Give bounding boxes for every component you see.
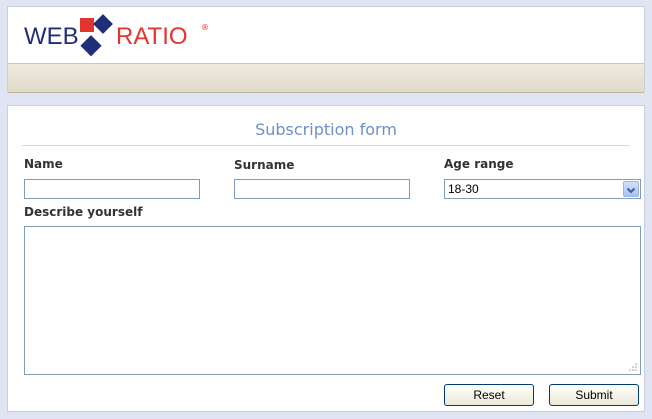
reset-button[interactable]: Reset xyxy=(444,384,534,406)
logo-ratio-text: RATIO xyxy=(116,23,188,50)
resize-grip-icon[interactable] xyxy=(628,362,638,372)
form-title: Subscription form xyxy=(255,120,397,139)
logo-diamond-top xyxy=(93,14,113,34)
logo-web-text: WEB xyxy=(24,23,79,50)
logo-registered-mark: ® xyxy=(201,23,209,32)
name-label: Name xyxy=(24,157,63,171)
toolbar-band xyxy=(8,63,644,93)
describe-yourself-textarea[interactable] xyxy=(24,226,641,375)
logo-diamond-bottom xyxy=(80,35,102,57)
subscription-form-panel: Subscription form Name Surname Age range… xyxy=(7,105,645,412)
name-input[interactable] xyxy=(24,179,200,199)
age-range-select[interactable]: 18-30 xyxy=(444,179,641,199)
header: WEB RATIO ® xyxy=(7,6,645,93)
webratio-logo: WEB RATIO ® xyxy=(24,14,209,57)
surname-input[interactable] xyxy=(234,179,410,199)
submit-button[interactable]: Submit xyxy=(549,384,639,406)
title-divider xyxy=(22,145,630,146)
chevron-down-icon[interactable] xyxy=(623,181,639,197)
surname-label: Surname xyxy=(234,158,295,172)
age-range-selected-value: 18-30 xyxy=(448,182,479,196)
page-background: WEB RATIO ® Subscription form Name Surna… xyxy=(0,0,652,419)
age-range-label: Age range xyxy=(444,157,514,171)
describe-yourself-label: Describe yourself xyxy=(24,205,143,219)
logo-red-square xyxy=(80,18,94,32)
